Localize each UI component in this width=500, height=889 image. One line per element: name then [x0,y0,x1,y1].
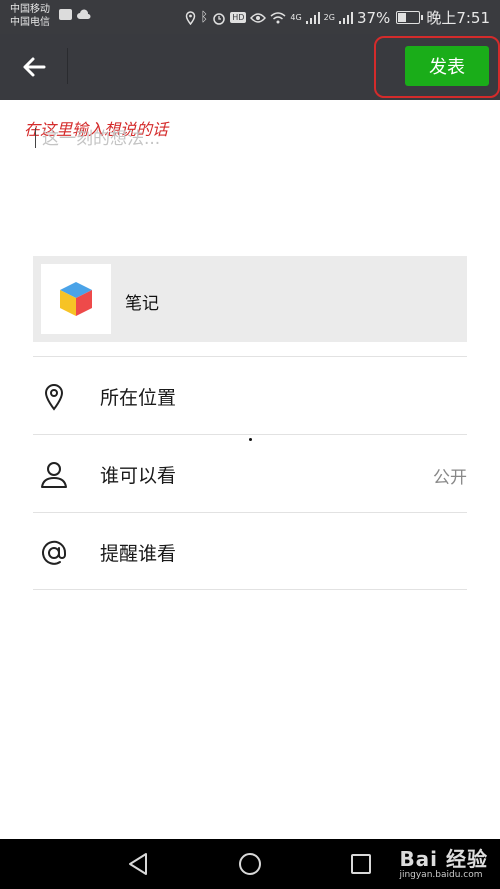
app-notification-icon [59,9,72,20]
option-location[interactable]: 所在位置 [33,356,467,435]
publish-button[interactable]: 发表 [405,46,489,86]
top-bar: 发表 [0,34,500,100]
network-type-2: 2G [323,13,335,22]
clock: 晚上7:51 [426,9,490,27]
arrow-left-icon[interactable] [18,51,50,83]
bluetooth-icon: ᛒ [200,10,209,25]
status-right: ᛒ HD 4G 2G 37% 晚上7:51 [185,7,490,28]
attachment-title: 笔记 [125,294,159,314]
person-icon [41,462,67,488]
touch-dot [249,438,252,441]
eye-icon [250,12,267,23]
carrier-2: 中国电信 [10,17,50,28]
circle-home-icon[interactable] [237,851,263,877]
location-pin-icon [44,383,64,411]
text-cursor [35,128,36,148]
option-value: 公开 [433,468,467,488]
moment-text-input[interactable] [40,124,464,154]
alarm-icon [213,12,225,25]
carrier-1: 中国移动 [10,4,50,15]
network-type-1: 4G [290,13,302,22]
weather-icon [77,9,91,19]
hd-icon: HD [230,12,247,23]
square-recent-icon[interactable] [348,851,374,877]
triangle-back-icon[interactable] [126,851,152,877]
watermark-sub: jingyan.baidu.com [399,870,483,880]
location-icon [186,10,196,25]
attachment-thumbnail [41,264,111,334]
signal-icon-2 [338,11,353,24]
option-visibility[interactable]: 谁可以看 公开 [33,434,467,513]
header-divider [67,48,68,84]
status-bar: 中国移动 中国电信 ᛒ HD 4G 2G 37% 晚上7:51 [0,0,500,34]
battery-percent: 37% [356,8,391,27]
wifi-icon [270,12,286,24]
attachment-card[interactable]: 笔记 [33,256,467,342]
notification-icons [59,9,92,21]
system-nav-bar: Bai 经验 jingyan.baidu.com [0,839,500,889]
signal-icon-1 [305,11,320,24]
option-label: 所在位置 [100,387,177,409]
watermark-main: Bai 经验 [399,847,488,871]
baidu-watermark: Bai 经验 jingyan.baidu.com [399,843,488,880]
option-label: 提醒谁看 [100,543,177,565]
battery-icon [396,11,424,24]
option-mention[interactable]: 提醒谁看 [33,512,467,591]
option-label: 谁可以看 [100,465,177,487]
list-bottom-divider [33,589,467,590]
colored-cube-icon [60,282,92,316]
at-sign-icon [42,540,67,565]
carrier-info: 中国移动 中国电信 [10,3,50,29]
